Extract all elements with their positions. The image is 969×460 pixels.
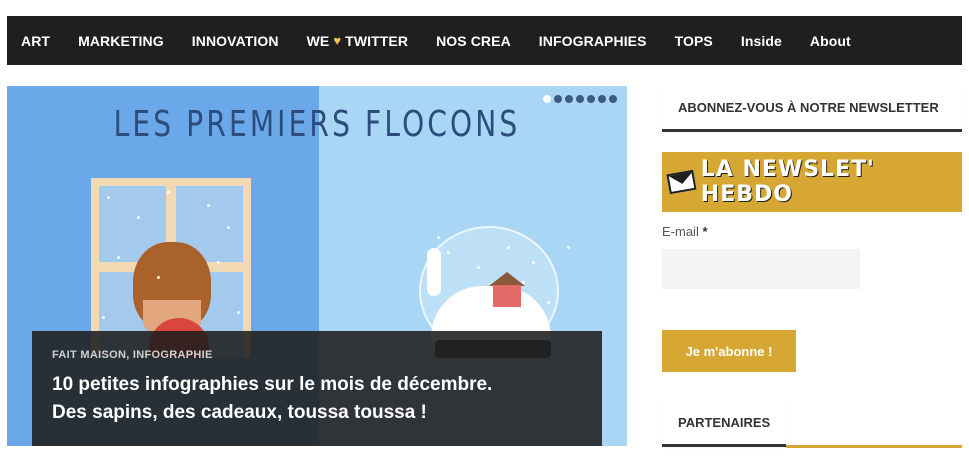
email-input[interactable]	[662, 249, 860, 289]
snowflake	[227, 226, 230, 229]
nav-item-we-love-twitter[interactable]: WE ♥ TWITTER	[307, 33, 409, 49]
snowflake	[447, 251, 450, 254]
nav-item-marketing[interactable]: MARKETING	[78, 33, 164, 49]
nav-label: TWITTER	[345, 32, 409, 49]
slide-caption: FAIT MAISON, INFOGRAPHIE 10 petites info…	[32, 331, 602, 446]
subscribe-button[interactable]: Je m'abonne !	[662, 330, 796, 372]
house-illustration	[493, 285, 521, 307]
post-title-line[interactable]: Des sapins, des cadeaux, toussa toussa !	[52, 399, 582, 427]
snowflake	[217, 261, 220, 264]
house-roof-illustration	[489, 272, 525, 286]
nav-label: INFOGRAPHIES	[538, 32, 647, 49]
partners-heading: PARTENAIRES	[662, 401, 786, 447]
snowflake	[102, 316, 105, 319]
nav-label: WE	[306, 32, 330, 49]
snowflake	[487, 311, 490, 314]
nav-item-inside[interactable]: Inside	[741, 33, 782, 49]
slider-dot[interactable]	[598, 95, 606, 103]
snowflake	[437, 236, 440, 239]
slider-dot[interactable]	[609, 95, 617, 103]
category-links[interactable]: FAIT MAISON, INFOGRAPHIE	[52, 349, 213, 361]
main-nav: ART MARKETING INNOVATION WE ♥ TWITTER NO…	[7, 16, 962, 65]
slider-dot[interactable]	[543, 95, 551, 103]
envelope-icon	[666, 169, 697, 195]
snowflake	[117, 256, 120, 259]
slider-pagination	[543, 95, 617, 103]
snowflake	[207, 204, 210, 207]
snowflake	[547, 301, 550, 304]
nav-item-art[interactable]: ART	[21, 33, 50, 49]
nav-label: MARKETING	[78, 32, 164, 49]
partners-divider	[786, 445, 962, 448]
snowflake	[522, 281, 525, 284]
snow-globe-highlight	[427, 248, 441, 296]
snowflake	[567, 246, 570, 249]
nav-label: Inside	[740, 32, 782, 49]
heart-icon: ♥	[333, 33, 342, 48]
slider-dot[interactable]	[587, 95, 595, 103]
post-categories[interactable]: FAIT MAISON, INFOGRAPHIE	[52, 349, 582, 361]
nav-label: About	[809, 32, 851, 49]
email-label: E-mail *	[662, 224, 708, 239]
snowflake	[532, 261, 535, 264]
snowflake	[507, 246, 510, 249]
nav-item-innovation[interactable]: INNOVATION	[192, 33, 279, 49]
illustration-title: LES PREMIERS FLOCONS	[113, 104, 521, 145]
snowflake	[167, 191, 170, 194]
nav-label: ART	[21, 32, 51, 49]
nav-item-nos-crea[interactable]: NOS CREA	[436, 33, 511, 49]
nav-label: NOS CREA	[436, 32, 511, 49]
newsletter-banner-text: LA NEWSLET' HEBDO	[700, 157, 875, 207]
nav-item-infographies[interactable]: INFOGRAPHIES	[539, 33, 647, 49]
slider-dot[interactable]	[565, 95, 573, 103]
newsletter-heading: ABONNEZ-VOUS À NOTRE NEWSLETTER	[662, 86, 962, 132]
snowflake	[137, 216, 140, 219]
nav-item-about[interactable]: About	[810, 33, 851, 49]
snowflake	[237, 311, 240, 314]
nav-item-tops[interactable]: TOPS	[675, 33, 713, 49]
post-title[interactable]: 10 petites infographies sur le mois de d…	[52, 371, 582, 427]
snowflake	[107, 196, 110, 199]
newsletter-banner: LA NEWSLET' HEBDO	[662, 152, 962, 212]
nav-label: TOPS	[674, 32, 713, 49]
slider-dot[interactable]	[576, 95, 584, 103]
snowflake	[462, 291, 465, 294]
snowflake	[477, 266, 480, 269]
slider-dot[interactable]	[554, 95, 562, 103]
nav-label: INNOVATION	[191, 32, 279, 49]
email-label-text: E-mail	[662, 224, 699, 239]
post-title-line[interactable]: 10 petites infographies sur le mois de d…	[52, 371, 582, 399]
snowflake	[157, 276, 160, 279]
required-mark: *	[702, 224, 708, 239]
featured-slider[interactable]: LES PREMIERS FLOCONS FAIT MAISON, INFOGR…	[7, 86, 627, 446]
